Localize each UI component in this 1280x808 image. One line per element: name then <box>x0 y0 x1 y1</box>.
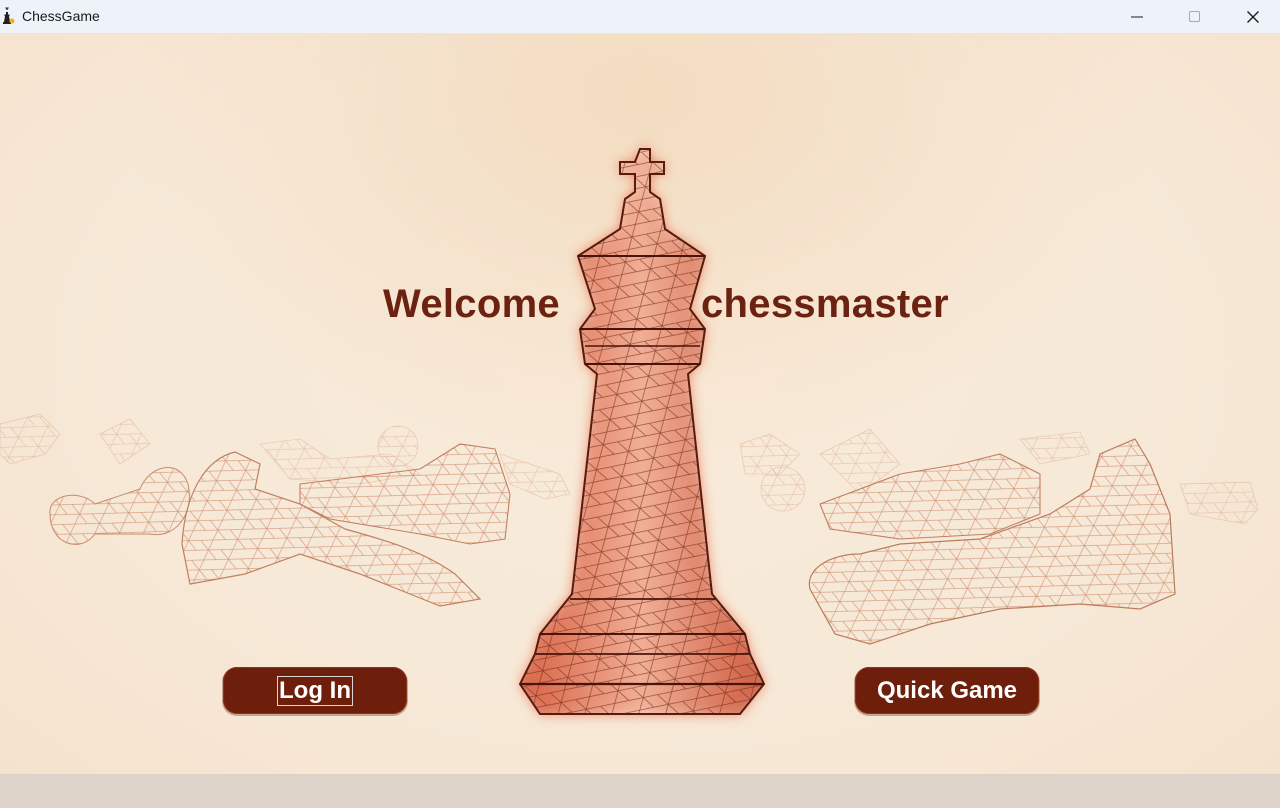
left-fallen-pieces <box>0 413 571 607</box>
right-fallen-pieces <box>739 428 1259 645</box>
king-outline <box>518 148 766 715</box>
login-button[interactable]: Log In <box>223 667 407 714</box>
bottom-strip <box>0 774 1280 808</box>
close-button[interactable] <box>1224 0 1280 34</box>
chess-wireframe-illustration <box>0 148 1259 715</box>
minimize-icon <box>1131 16 1143 18</box>
quick-game-button-label: Quick Game <box>876 676 1018 704</box>
minimize-button[interactable] <box>1108 0 1166 34</box>
main-content: Welcome chessmaster Log In Quick Game <box>0 34 1280 774</box>
chess-king-icon <box>0 7 16 25</box>
window-title: ChessGame <box>22 8 100 24</box>
chessgame-window: ChessGame Welcome chessmaster Log In Qui… <box>0 0 1280 808</box>
close-icon <box>1247 11 1259 23</box>
title-bar: ChessGame <box>0 0 1280 34</box>
login-button-label: Log In <box>277 675 353 706</box>
username-text: chessmaster <box>701 282 949 326</box>
maximize-button[interactable] <box>1166 0 1224 34</box>
quick-game-button[interactable]: Quick Game <box>855 667 1039 714</box>
maximize-icon <box>1189 11 1200 22</box>
welcome-text: Welcome <box>383 282 560 326</box>
